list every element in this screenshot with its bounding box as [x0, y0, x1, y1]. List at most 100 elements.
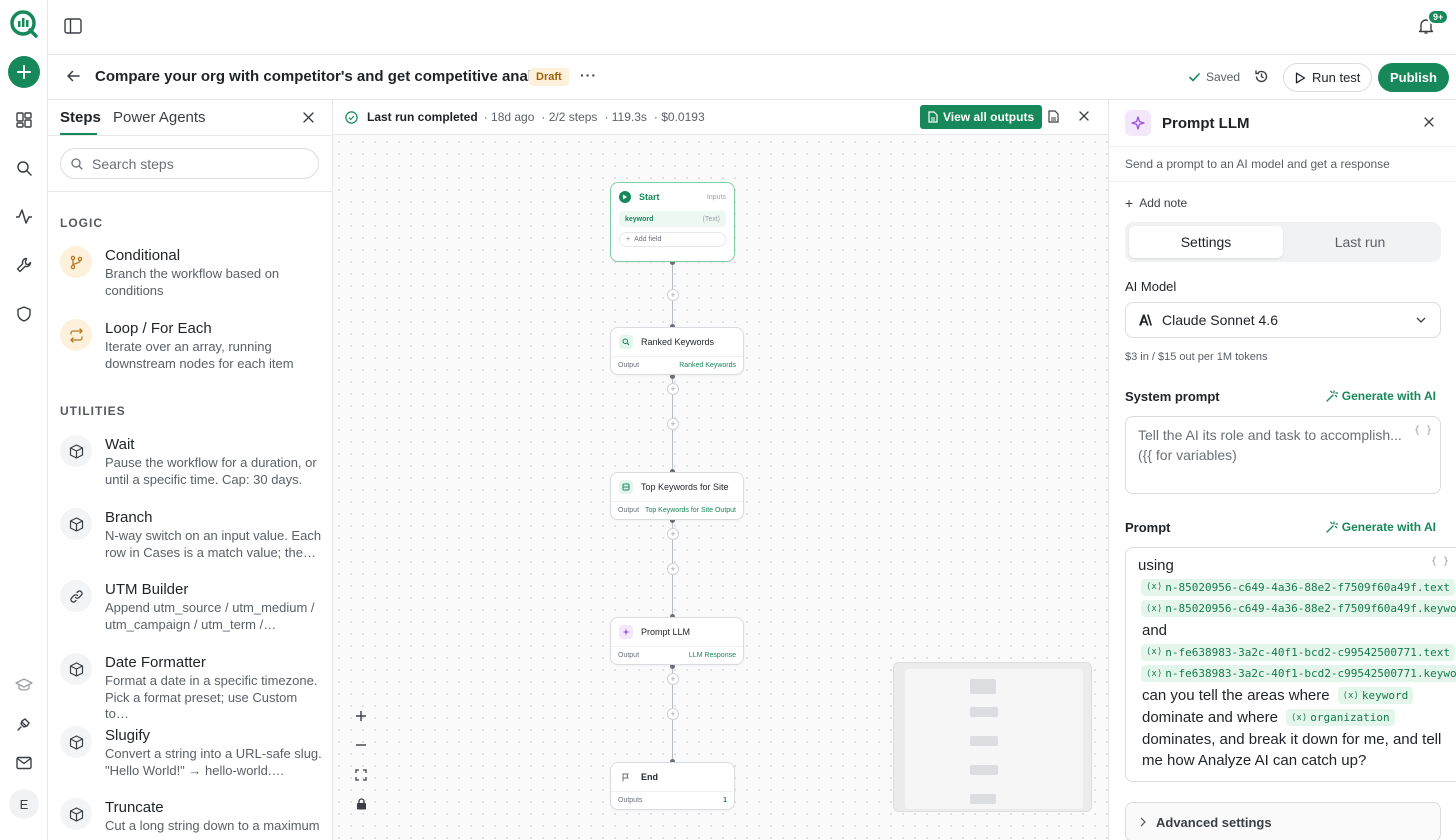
- add-step-button[interactable]: +: [667, 528, 679, 540]
- app-logo-icon[interactable]: [8, 8, 40, 40]
- search-icon: [17, 161, 32, 176]
- close-icon: [1424, 117, 1434, 127]
- cube-icon: [60, 508, 92, 540]
- run-test-button[interactable]: Run test: [1283, 63, 1373, 92]
- section-heading-logic: LOGIC: [60, 216, 103, 230]
- add-step-button[interactable]: +: [667, 289, 679, 301]
- variable-chip[interactable]: ⟨x⟩ n-fe638983-3a2c-40f1-bcd2-c9954250077…: [1141, 665, 1456, 682]
- add-step-button[interactable]: +: [667, 418, 679, 430]
- step-title: UTM Builder: [105, 581, 189, 598]
- zoom-in-button[interactable]: [355, 710, 367, 722]
- step-item-conditional[interactable]: Conditional Branch the workflow based on …: [60, 246, 322, 299]
- lock-canvas-button[interactable]: [356, 798, 367, 810]
- saved-indicator: Saved: [1189, 70, 1240, 84]
- node-title: Top Keywords for Site: [641, 482, 729, 492]
- variable-name: n-fe638983-3a2c-40f1-bcd2-c99542500771.t…: [1165, 645, 1451, 659]
- variable-braces-icon[interactable]: { }: [1414, 425, 1432, 436]
- security-nav-button[interactable]: [10, 300, 38, 328]
- top-keywords-node[interactable]: Top Keywords for Site Output Top Keywords…: [610, 472, 744, 520]
- integrations-nav-button[interactable]: [10, 710, 38, 738]
- workflow-canvas[interactable]: + + + + + + + Start Inputs keyword (Text…: [333, 100, 1108, 840]
- start-node[interactable]: Start Inputs keyword (Text) + Add field: [610, 182, 735, 262]
- zoom-out-button[interactable]: [355, 739, 367, 751]
- input-field-row[interactable]: keyword (Text): [619, 211, 726, 227]
- export-file-button[interactable]: [1048, 110, 1059, 123]
- divider: [48, 191, 332, 192]
- variable-chip[interactable]: ⟨x⟩ organization: [1285, 709, 1395, 726]
- generate-prompt-button[interactable]: Generate with AI: [1326, 520, 1436, 534]
- minus-icon: [356, 744, 366, 747]
- branch-fork-icon: [60, 246, 92, 278]
- step-item-utm-builder[interactable]: UTM Builder Append utm_source / utm_mediu…: [60, 580, 322, 633]
- plus-icon: +: [626, 236, 631, 243]
- close-run-bar-button[interactable]: [1079, 111, 1089, 121]
- add-step-button[interactable]: +: [667, 383, 679, 395]
- learn-nav-button[interactable]: [10, 671, 38, 699]
- end-node[interactable]: End Outputs 1: [610, 762, 735, 810]
- variable-chip[interactable]: ⟨x⟩ n-fe638983-3a2c-40f1-bcd2-c9954250077…: [1141, 643, 1456, 661]
- close-config-button[interactable]: [1424, 117, 1434, 127]
- step-description: Iterate over an array, running downstrea…: [105, 339, 294, 371]
- dashboard-nav-button[interactable]: [10, 106, 38, 134]
- ranked-keywords-node[interactable]: Ranked Keywords Output Ranked Keywords: [610, 327, 744, 375]
- tab-power-agents[interactable]: Power Agents: [113, 109, 206, 126]
- variable-braces-icon[interactable]: { }: [1431, 556, 1449, 567]
- variable-name: keyword: [1361, 689, 1409, 702]
- config-subtitle: Send a prompt to an AI model and get a r…: [1125, 157, 1390, 171]
- create-new-button[interactable]: [8, 56, 40, 88]
- tab-steps[interactable]: Steps: [60, 109, 101, 126]
- cube-icon: [60, 653, 92, 685]
- prompt-llm-node[interactable]: Prompt LLM Output LLM Response: [610, 617, 744, 665]
- back-button[interactable]: [66, 69, 80, 83]
- fit-view-button[interactable]: [355, 769, 367, 781]
- notifications-button[interactable]: 9+: [1417, 9, 1450, 35]
- graduation-cap-icon: [15, 678, 33, 691]
- tab-last-run[interactable]: Last run: [1283, 226, 1437, 258]
- node-title: Ranked Keywords: [641, 337, 715, 347]
- system-prompt-textarea[interactable]: Tell the AI its role and task to accompl…: [1125, 416, 1441, 494]
- step-item-wait[interactable]: Wait Pause the workflow for a duration, o…: [60, 435, 322, 488]
- add-step-button[interactable]: +: [667, 673, 679, 685]
- version-history-button[interactable]: [1254, 69, 1269, 84]
- view-all-outputs-button[interactable]: View all outputs: [920, 105, 1043, 129]
- activity-nav-button[interactable]: [10, 202, 38, 230]
- variable-chip[interactable]: ⟨x⟩ keyword: [1337, 687, 1414, 704]
- variable-chip[interactable]: ⟨x⟩ n-85020956-c649-4a36-88e2-f7509f60a49…: [1141, 578, 1456, 596]
- user-avatar[interactable]: E: [9, 789, 39, 819]
- variable-chip[interactable]: ⟨x⟩ n-85020956-c649-4a36-88e2-f7509f60a49…: [1141, 600, 1456, 617]
- publish-button[interactable]: Publish: [1378, 63, 1449, 92]
- tools-nav-button[interactable]: [10, 251, 38, 279]
- output-value: 1: [723, 797, 727, 804]
- step-item-date-formatter[interactable]: Date Formatter Format a date in a specifi…: [60, 653, 322, 723]
- close-steps-panel-button[interactable]: [303, 112, 314, 123]
- advanced-settings-toggle[interactable]: Advanced settings: [1125, 802, 1441, 840]
- workflow-title[interactable]: Compare your org with competitor's and g…: [95, 68, 561, 85]
- step-item-truncate[interactable]: Truncate Cut a long string down to a maxi…: [60, 798, 322, 835]
- plus-icon: +: [1125, 195, 1134, 211]
- prompt-text: can you tell the areas where: [1142, 687, 1330, 704]
- step-item-branch[interactable]: Branch N-way switch on an input value. Ea…: [60, 508, 322, 561]
- divider: [1109, 181, 1456, 182]
- add-note-button[interactable]: + Add note: [1125, 195, 1187, 211]
- more-options-button[interactable]: ···: [580, 67, 597, 83]
- prompt-editor[interactable]: { } using ⟨x⟩ n-85020956-c649-4a36-88e2-f…: [1125, 547, 1456, 782]
- search-steps-input[interactable]: Search steps: [60, 148, 319, 179]
- add-field-button[interactable]: + Add field: [619, 232, 726, 247]
- toggle-sidebar-button[interactable]: [64, 18, 82, 34]
- variable-name: n-fe638983-3a2c-40f1-bcd2-c99542500771.k…: [1165, 667, 1456, 680]
- step-item-loop[interactable]: Loop / For Each Iterate over an array, ru…: [60, 319, 322, 372]
- step-title: Wait: [105, 436, 135, 453]
- add-step-button[interactable]: +: [667, 708, 679, 720]
- minimap[interactable]: [893, 662, 1092, 812]
- step-title: Conditional: [105, 247, 181, 264]
- minimap-node: [970, 765, 998, 775]
- add-step-button[interactable]: +: [667, 563, 679, 575]
- variable-name: n-85020956-c649-4a36-88e2-f7509f60a49f.t…: [1165, 580, 1451, 594]
- search-nav-button[interactable]: [10, 154, 38, 182]
- tab-settings[interactable]: Settings: [1129, 226, 1283, 258]
- inbox-nav-button[interactable]: [10, 749, 38, 777]
- prompt-text: dominates, and break it down for me, and…: [1142, 731, 1442, 769]
- generate-system-prompt-button[interactable]: Generate with AI: [1326, 389, 1436, 403]
- step-item-slugify[interactable]: Slugify Convert a string into a URL-safe …: [60, 726, 322, 779]
- ai-model-select[interactable]: Claude Sonnet 4.6: [1125, 302, 1441, 338]
